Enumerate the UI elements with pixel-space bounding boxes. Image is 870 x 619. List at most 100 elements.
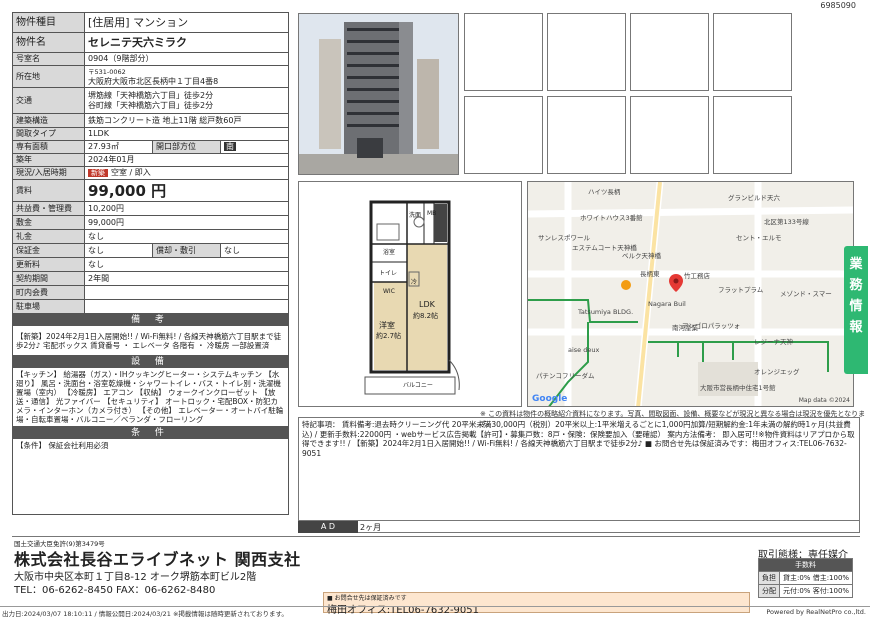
direction-value: 南: [224, 142, 236, 151]
company-name: 株式会社長谷エライブネット 関西支社: [14, 550, 301, 569]
fee-row-label: 分配: [758, 584, 780, 598]
room-label: 号室名: [12, 52, 85, 66]
area-value: 27.93㎡: [84, 140, 153, 154]
traffic-line-2: 谷町線「天神橋筋六丁目」徒歩2分: [88, 100, 214, 110]
powered-by: Powered by RealNetPro co.,ltd.: [766, 608, 866, 616]
map-place-label: セント・エルモ: [736, 234, 782, 242]
conditions-title: 条 件: [12, 426, 289, 439]
area-map[interactable]: ハイツ長柄 グランビルド天六 ホワイトハウス3番館 北区第133号線 サンレスポワールエ…: [527, 181, 854, 407]
side-tab-char: 報: [849, 320, 863, 335]
contact-box: ■ お問合せ先は保証済みです 梅田オフィス:TEL06-7632-9051: [323, 592, 750, 616]
photo-thumbnail[interactable]: [547, 96, 626, 174]
map-place-label: フラットプラム: [718, 286, 764, 294]
map-place-label: サンレスポワール: [538, 234, 590, 242]
key-money-label: 礼金: [12, 229, 85, 244]
bedroom-label: 洋室: [379, 321, 395, 330]
fee-table: 手数料 負担 貸主:0% 借主:100% 分配 元付:0% 客付:100%: [757, 558, 854, 598]
map-place-label: 大阪市営長柄中住宅1号館: [700, 384, 776, 392]
map-place-label: レジーナ天神: [754, 338, 793, 346]
map-place-label: 北区第133号線: [764, 218, 809, 226]
washroom-label: 洗面: [409, 212, 422, 219]
fee-row-label: 負担: [758, 571, 780, 585]
built-value: 2024年01月: [84, 153, 289, 167]
map-place-label: ハイツ長柄: [588, 188, 621, 196]
map-place-label: aise deux: [568, 346, 600, 354]
address-value: 大阪府大阪市北区長柄中１丁目4番8: [88, 76, 219, 86]
map-place-label: Tatsumiya BLDG.: [578, 308, 634, 316]
key-money-value: なし: [84, 229, 289, 244]
rent-label: 賃料: [12, 179, 85, 202]
location-pin-icon[interactable]: [669, 274, 683, 292]
room-value: 0904（9階部分）: [84, 52, 289, 66]
side-tab-char: 業: [849, 257, 863, 272]
layout-value: 1LDK: [84, 127, 289, 141]
special-remarks-text: 特記事項： 賃料備考:退去時クリーニング代 20平米未満30,000円（税別）2…: [302, 420, 855, 458]
deposit-value: 99,000円: [84, 215, 289, 230]
address-label: 所在地: [12, 65, 85, 88]
bath-label: 浴室: [383, 249, 396, 256]
fee-value: 10,200円: [84, 201, 289, 216]
footer-divider: [12, 536, 860, 537]
closet-label: WIC: [383, 288, 395, 295]
output-date: 出力日:2024/03/07 18:10:11 / 情報公開日:2024/03/…: [2, 610, 288, 618]
type-label: 物件種目: [12, 12, 85, 33]
notes-title: 備 考: [12, 313, 289, 326]
town-fee-label: 町内会費: [12, 285, 85, 300]
map-place-label: ホワイトハウス3番館: [580, 214, 643, 222]
company-phone: TEL：06-6262-8450 FAX：06-6262-8480: [14, 585, 216, 596]
map-place-label: グランビルド天六: [728, 194, 780, 202]
status-value: 空室 / 即入: [111, 168, 151, 177]
mb-label: MB: [427, 210, 437, 217]
ad-row: A D 2ヶ月: [298, 520, 860, 533]
notes-text: 【新築】2024年2月1日入居開始!! / Wi-Fi無料! / 各線天神橋筋六…: [12, 325, 289, 356]
restaurant-icon: [621, 280, 631, 290]
special-remarks: 特記事項： 賃料備考:退去時クリーニング代 20平米未満30,000円（税別）2…: [298, 417, 860, 533]
photo-thumbnail[interactable]: [547, 13, 626, 91]
bottom-divider: [0, 606, 870, 607]
photo-thumbnail[interactable]: [713, 13, 792, 91]
rent-value: 99,000 円: [84, 179, 289, 202]
bedroom-size: 約2.7帖: [376, 332, 402, 340]
traffic-label: 交通: [12, 87, 85, 114]
floor-plan: 浴室 洗面 MB トイレ WIC 冷 洋室 約2.7帖 LDK 約8.2帖 バル…: [298, 181, 522, 407]
map-place-label: ベルク天神橋: [622, 252, 661, 260]
ldk-label: LDK: [419, 300, 435, 309]
amortization-label: 償却・敷引: [152, 243, 221, 258]
contract-label: 契約期間: [12, 271, 85, 286]
map-attribution: Map data ©2024: [798, 397, 850, 404]
photo-thumbnail[interactable]: [713, 96, 792, 174]
property-name: セレニテ天六ミラク: [84, 32, 289, 53]
traffic-line-1: 堺筋線「天神橋筋六丁目」徒歩2分: [88, 90, 214, 100]
business-info-tab[interactable]: 業 務 情 報: [844, 246, 868, 374]
fee-row-value: 元付:0% 客付:100%: [778, 584, 854, 598]
ad-value: 2ヶ月: [360, 523, 382, 532]
built-label: 築年: [12, 153, 85, 167]
fee-row-value: 貸主:0% 借主:100%: [778, 571, 854, 585]
side-tab-char: 務: [849, 278, 863, 293]
structure-label: 建築構造: [12, 113, 85, 128]
contact-phone[interactable]: 梅田オフィス:TEL06-7632-9051: [327, 601, 479, 616]
status-label: 現況/入居時期: [12, 166, 85, 180]
map-place-label: アンゴロパラッツォ: [682, 322, 741, 330]
equipment-title: 設 備: [12, 355, 289, 368]
deposit-label: 敷金: [12, 215, 85, 230]
type-value: [住居用] マンション: [84, 12, 289, 33]
property-table: 物件種目 [住居用] マンション 物件名 セレニテ天六ミラク 号室名 0904（9階部…: [12, 12, 289, 515]
area-label: 専有面積: [12, 140, 85, 154]
photo-thumbnail[interactable]: [464, 13, 543, 91]
balcony-label: バルコニー: [403, 382, 433, 389]
direction-label: 開口部方位: [152, 140, 221, 154]
layout-label: 間取タイプ: [12, 127, 85, 141]
parking-label: 駐車場: [12, 299, 85, 314]
photo-thumbnail[interactable]: [630, 13, 709, 91]
photo-thumbnail[interactable]: [630, 96, 709, 174]
structure-value: 鉄筋コンクリート造 地上11階 総戸数60戸: [84, 113, 289, 128]
guarantee-label: 保証金: [12, 243, 85, 258]
google-logo: Google: [532, 394, 568, 404]
map-place-label: 竹工務店: [684, 272, 710, 280]
map-place-label: パチンコフリーダム: [536, 372, 595, 380]
toilet-label: トイレ: [379, 270, 398, 277]
fridge-label: 冷: [411, 279, 418, 286]
photo-thumbnail[interactable]: [464, 96, 543, 174]
ldk-size: 約8.2帖: [413, 312, 439, 320]
